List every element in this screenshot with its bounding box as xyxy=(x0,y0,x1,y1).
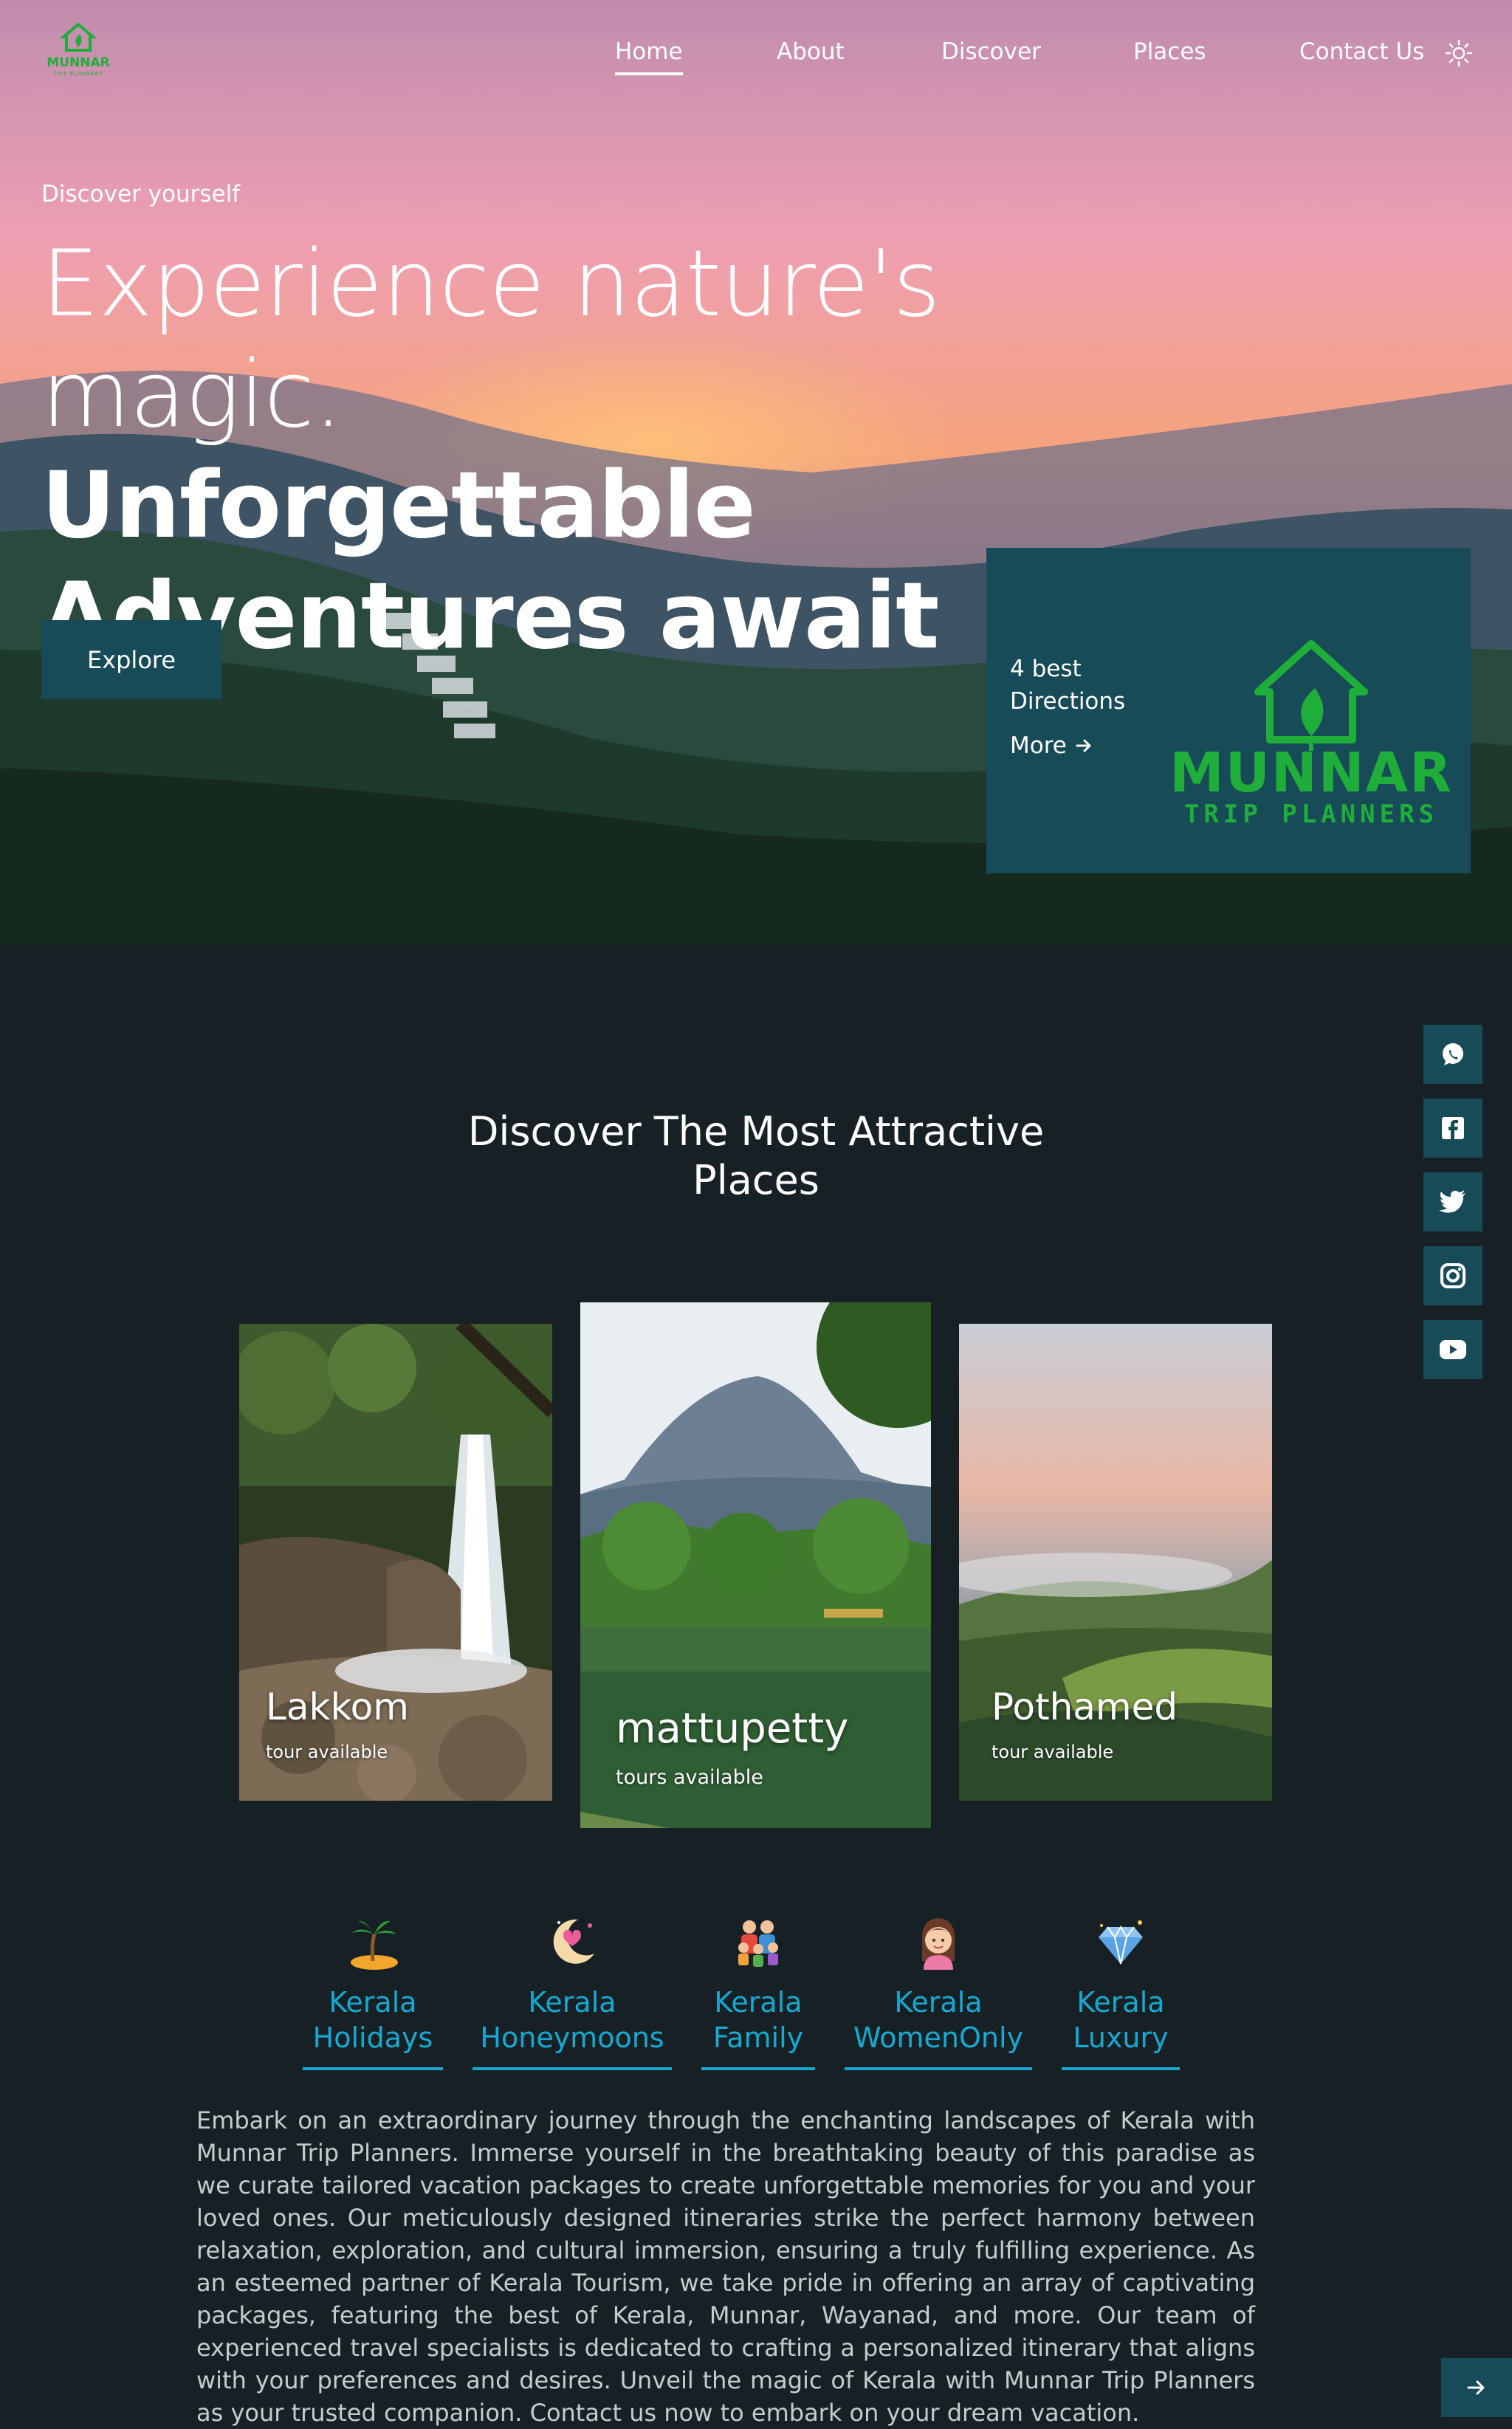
category-label: Kerala Luxury xyxy=(1062,1985,1180,2055)
category-line-1: Kerala xyxy=(894,1986,983,2019)
category-line-1: Kerala xyxy=(1076,1986,1165,2019)
intro-paragraph: Embark on an extraordinary journey throu… xyxy=(196,2106,1255,2427)
svg-text:MUNNAR: MUNNAR xyxy=(47,55,109,70)
pothamed-tea-hills-image xyxy=(959,1324,1272,1801)
category-line-2: Luxury xyxy=(1073,2021,1169,2054)
headline-line-1: Experience nature's xyxy=(41,231,941,337)
category-label: Kerala WomenOnly xyxy=(845,1985,1032,2055)
section-title: Discover The Most Attractive Places xyxy=(467,1108,1045,1203)
hero-headline: Experience nature's magic. Unforgettable… xyxy=(41,229,1075,672)
place-card-mattupetty[interactable]: mattupetty tours available xyxy=(580,1302,931,1828)
category-kerala-holidays[interactable]: Kerala Holidays xyxy=(303,1912,443,2075)
promo-card: 4 best Directions More MUNNAR TRIP PLANN… xyxy=(986,548,1471,873)
svg-text:MUNNAR: MUNNAR xyxy=(1171,741,1451,805)
instagram-button[interactable] xyxy=(1423,1246,1482,1305)
nav-contact-link[interactable]: Contact Us xyxy=(1299,38,1424,65)
instagram-icon xyxy=(1440,1263,1465,1288)
svg-text:TRIP PLANNERS: TRIP PLANNERS xyxy=(1184,800,1438,828)
category-kerala-family[interactable]: Kerala Family xyxy=(701,1912,815,2075)
nav-places-link[interactable]: Places xyxy=(1133,38,1206,65)
whatsapp-button[interactable] xyxy=(1423,1025,1482,1084)
category-line-2: Honeymoons xyxy=(480,2021,664,2054)
hero-section: MUNNAR TRIP PLANNERS Home About Discover… xyxy=(0,0,1512,945)
place-sub-pothamed: tour available xyxy=(992,1742,1114,1762)
category-kerala-honeymoons[interactable]: Kerala Honeymoons xyxy=(472,1912,672,2075)
nav-home-link[interactable]: Home xyxy=(615,38,683,75)
category-line-1: Kerala xyxy=(329,1986,417,2019)
munnar-trip-planners-logo: MUNNAR TRIP PLANNERS xyxy=(1171,640,1451,828)
promo-more-label: More xyxy=(1010,732,1067,759)
category-underline xyxy=(303,2067,443,2070)
site-logo[interactable]: MUNNAR TRIP PLANNERS xyxy=(41,21,115,80)
twitter-button[interactable] xyxy=(1423,1172,1482,1231)
family-icon xyxy=(738,1920,778,1967)
category-underline xyxy=(472,2067,672,2070)
woman-icon xyxy=(921,1918,955,1970)
diamond-icon xyxy=(1099,1920,1143,1965)
category-underline xyxy=(1062,2067,1180,2070)
category-label: Kerala Family xyxy=(701,1985,815,2055)
nav-about-link[interactable]: About xyxy=(777,38,845,65)
youtube-icon xyxy=(1440,1340,1466,1359)
nav-discover-link[interactable]: Discover xyxy=(941,38,1041,65)
facebook-button[interactable] xyxy=(1423,1099,1482,1158)
arrow-right-icon xyxy=(1076,739,1091,752)
palm-island-icon xyxy=(351,1920,398,1970)
whatsapp-icon xyxy=(1443,1043,1463,1065)
category-kerala-womenonly[interactable]: Kerala WomenOnly xyxy=(845,1912,1032,2075)
place-card-lakkom[interactable]: Lakkom tour available xyxy=(239,1324,552,1801)
scroll-next-button[interactable] xyxy=(1441,2358,1512,2417)
headline-line-2-bold: Unforgettable xyxy=(41,453,756,559)
place-name-lakkom: Lakkom xyxy=(266,1686,409,1728)
category-line-2: WomenOnly xyxy=(853,2021,1024,2054)
promo-text: 4 best Directions xyxy=(1010,656,1126,715)
twitter-icon xyxy=(1439,1190,1465,1213)
category-line-2: Holidays xyxy=(312,2021,433,2054)
category-kerala-luxury[interactable]: Kerala Luxury xyxy=(1062,1912,1180,2075)
category-label: Kerala Holidays xyxy=(303,1985,443,2055)
category-line-2: Family xyxy=(712,2021,804,2054)
place-sub-lakkom: tour available xyxy=(266,1742,388,1762)
category-underline xyxy=(701,2067,815,2070)
promo-more-link[interactable]: More xyxy=(1010,732,1093,759)
svg-text:TRIP PLANNERS: TRIP PLANNERS xyxy=(52,71,103,77)
place-card-pothamed[interactable]: Pothamed tour available xyxy=(959,1324,1272,1801)
category-line-1: Kerala xyxy=(528,1986,616,2019)
place-sub-mattupetty: tours available xyxy=(616,1766,763,1789)
lakkom-waterfall-image xyxy=(239,1324,552,1801)
arrow-right-icon xyxy=(1467,2380,1485,2395)
explore-button[interactable]: Explore xyxy=(41,620,221,699)
moon-heart-icon xyxy=(553,1919,594,1964)
category-underline xyxy=(845,2067,1032,2070)
youtube-button[interactable] xyxy=(1423,1320,1482,1379)
place-name-mattupetty: mattupetty xyxy=(616,1705,849,1753)
sun-icon[interactable] xyxy=(1444,38,1474,68)
hero-eyebrow: Discover yourself xyxy=(41,181,241,207)
top-navigation: MUNNAR TRIP PLANNERS Home About Discover… xyxy=(0,0,1512,111)
facebook-icon xyxy=(1442,1117,1464,1139)
category-label: Kerala Honeymoons xyxy=(472,1985,672,2055)
headline-line-2-thin: magic. xyxy=(41,342,343,448)
place-name-pothamed: Pothamed xyxy=(992,1686,1178,1728)
category-line-1: Kerala xyxy=(714,1986,803,2019)
